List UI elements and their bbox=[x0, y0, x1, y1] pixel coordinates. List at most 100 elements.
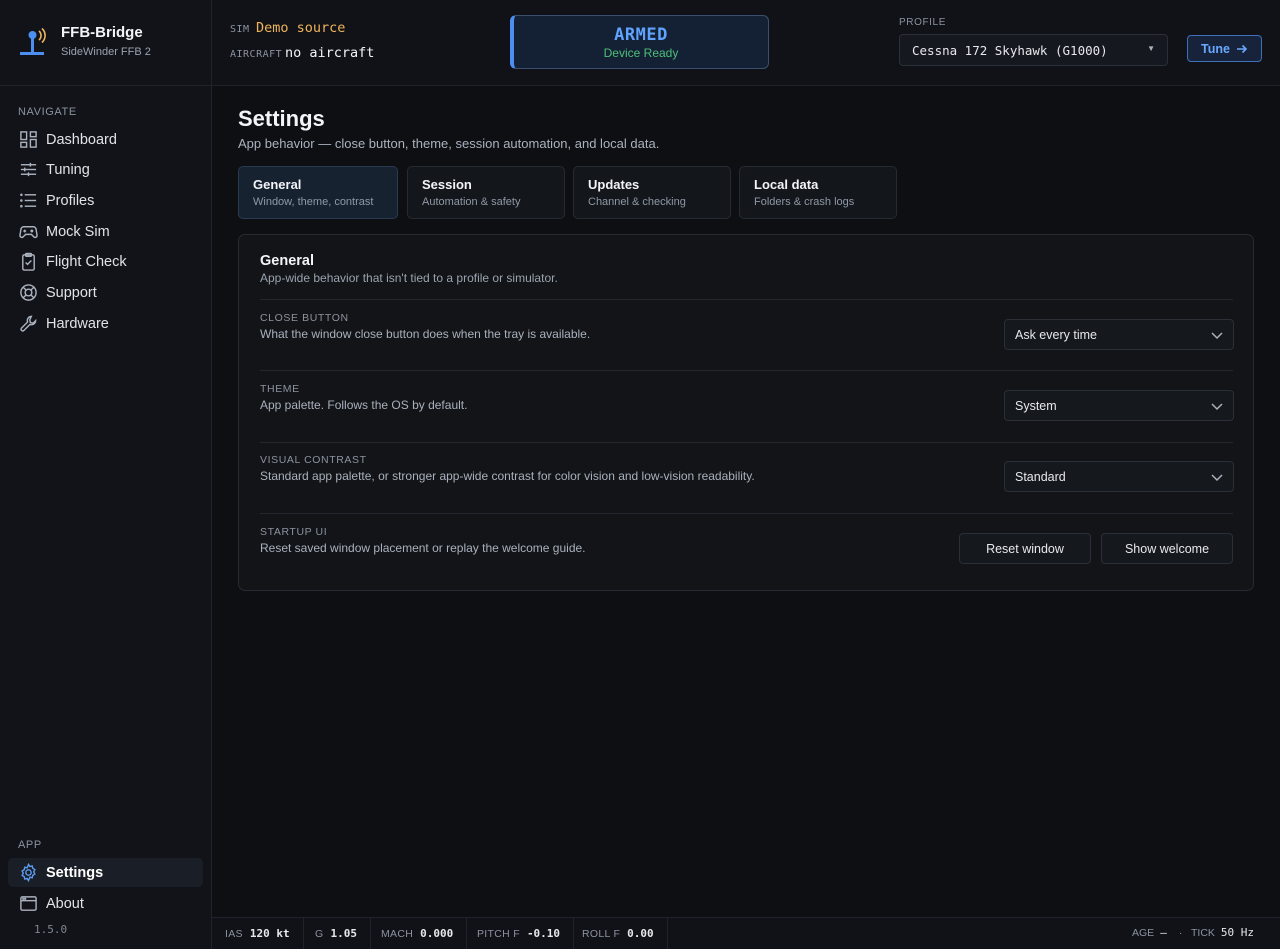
sidebar-item-label: Dashboard bbox=[46, 131, 117, 148]
sidebar-item-label: Settings bbox=[46, 864, 104, 881]
chevron-down-icon bbox=[1211, 474, 1223, 482]
sidebar-item-tuning[interactable]: Tuning bbox=[8, 155, 203, 184]
aircraft-value: no aircraft bbox=[285, 45, 375, 61]
divider bbox=[260, 299, 1233, 300]
aircraft-info: AIRCRAFT no aircraft bbox=[230, 45, 374, 61]
tab-general[interactable]: General Window, theme, contrast bbox=[238, 166, 398, 219]
tab-subtitle: Automation & safety bbox=[422, 196, 521, 208]
close-button-select[interactable]: Ask every time bbox=[1004, 319, 1234, 350]
stat-age: AGE — · bbox=[1132, 926, 1182, 939]
sidebar-item-profiles[interactable]: Profiles bbox=[8, 186, 203, 215]
stat-value: -0.10 bbox=[526, 927, 561, 940]
separator-dot: · bbox=[1178, 926, 1183, 939]
app-version: 1.5.0 bbox=[34, 923, 68, 936]
sidebar-item-flight-check[interactable]: Flight Check bbox=[8, 247, 203, 276]
tune-button[interactable]: Tune bbox=[1187, 35, 1262, 62]
wrench-icon bbox=[18, 314, 38, 334]
close-button-value: Ask every time bbox=[1015, 327, 1097, 342]
stat-value: 50 Hz bbox=[1220, 926, 1255, 939]
divider bbox=[260, 442, 1233, 443]
stat-roll: ROLL F 0.00 bbox=[569, 918, 668, 949]
tab-subtitle: Folders & crash logs bbox=[754, 196, 855, 208]
stat-ias: IAS 120 kt bbox=[212, 918, 304, 949]
sim-key: SIM bbox=[230, 24, 250, 35]
stat-pitch: PITCH F -0.10 bbox=[464, 918, 575, 949]
arrow-right-icon bbox=[1236, 44, 1248, 53]
stat-value: — bbox=[1160, 926, 1167, 939]
stat-g: G 1.05 bbox=[302, 918, 371, 949]
divider bbox=[260, 370, 1233, 371]
caret-down-icon: ▼ bbox=[1147, 44, 1155, 53]
setting-label-visual-contrast: VISUAL CONTRAST bbox=[260, 454, 367, 466]
tab-subtitle: Channel & checking bbox=[588, 196, 686, 208]
page-subtitle: App behavior — close button, theme, sess… bbox=[238, 136, 660, 151]
profile-value: Cessna 172 Skyhawk (G1000) bbox=[912, 42, 1108, 58]
theme-value: System bbox=[1015, 398, 1057, 413]
theme-select[interactable]: System bbox=[1004, 390, 1234, 421]
stat-key: IAS bbox=[225, 927, 243, 940]
panel-subtitle: App-wide behavior that isn't tied to a p… bbox=[260, 271, 558, 285]
sim-value: Demo source bbox=[256, 20, 346, 36]
setting-desc-close-button: What the window close button does when t… bbox=[260, 327, 591, 341]
sidebar-item-label: Profiles bbox=[46, 192, 95, 209]
app-subtitle: SideWinder FFB 2 bbox=[61, 46, 151, 58]
general-settings-panel: General App-wide behavior that isn't tie… bbox=[238, 234, 1254, 591]
nav-heading-navigate: NAVIGATE bbox=[18, 106, 77, 118]
tab-title: Session bbox=[422, 177, 472, 192]
reset-window-button[interactable]: Reset window bbox=[959, 533, 1091, 564]
sidebar-item-label: Flight Check bbox=[46, 253, 127, 270]
divider bbox=[260, 513, 1233, 514]
sidebar-item-label: Hardware bbox=[46, 315, 109, 332]
brand: FFB-Bridge SideWinder FFB 2 bbox=[0, 0, 211, 86]
armed-status-title: ARMED bbox=[614, 25, 668, 45]
sidebar-item-dashboard[interactable]: Dashboard bbox=[8, 125, 203, 154]
gear-icon bbox=[18, 863, 38, 883]
sidebar-item-about[interactable]: About bbox=[8, 889, 203, 918]
setting-label-theme: THEME bbox=[260, 383, 300, 395]
sliders-icon bbox=[18, 160, 38, 180]
setting-label-startup-ui: STARTUP UI bbox=[260, 526, 328, 538]
tune-label: Tune bbox=[1201, 41, 1230, 56]
sidebar-item-label: About bbox=[46, 895, 84, 912]
chevron-down-icon bbox=[1211, 332, 1223, 340]
gamepad-icon bbox=[18, 222, 38, 242]
stat-value: 0.000 bbox=[420, 927, 454, 940]
stat-key: MACH bbox=[381, 927, 414, 940]
tab-session[interactable]: Session Automation & safety bbox=[407, 166, 565, 219]
sidebar-item-support[interactable]: Support bbox=[8, 278, 203, 307]
stat-key: TICK bbox=[1191, 926, 1215, 939]
dashboard-icon bbox=[18, 130, 38, 150]
window-icon bbox=[18, 894, 38, 914]
tab-title: General bbox=[253, 177, 302, 192]
sidebar-item-settings[interactable]: Settings bbox=[8, 858, 203, 887]
stat-key: PITCH F bbox=[477, 927, 520, 940]
tab-title: Updates bbox=[588, 177, 640, 192]
profile-label: PROFILE bbox=[899, 17, 946, 28]
device-status: Device Ready bbox=[603, 46, 679, 60]
clipboard-check-icon bbox=[18, 252, 38, 272]
app-title: FFB-Bridge bbox=[61, 24, 143, 41]
setting-desc-startup-ui: Reset saved window placement or replay t… bbox=[260, 541, 586, 555]
sim-source: SIM Demo source bbox=[230, 20, 345, 36]
nav-heading-app: APP bbox=[18, 839, 42, 851]
lifebuoy-icon bbox=[18, 283, 38, 303]
status-bar: IAS 120 kt G 1.05 MACH 0.000 PITCH F -0.… bbox=[212, 917, 1280, 949]
show-welcome-button[interactable]: Show welcome bbox=[1101, 533, 1233, 564]
sidebar-item-label: Mock Sim bbox=[46, 223, 110, 240]
setting-desc-theme: App palette. Follows the OS by default. bbox=[260, 398, 468, 412]
sidebar-item-mock-sim[interactable]: Mock Sim bbox=[8, 217, 203, 246]
sidebar-item-hardware[interactable]: Hardware bbox=[8, 309, 203, 338]
stat-key: ROLL F bbox=[582, 927, 621, 940]
top-bar: SIM Demo source AIRCRAFT no aircraft ARM… bbox=[212, 0, 1280, 86]
profile-select[interactable]: Cessna 172 Skyhawk (G1000) ▼ bbox=[899, 34, 1168, 66]
page-title: Settings bbox=[238, 106, 325, 131]
tab-updates[interactable]: Updates Channel & checking bbox=[573, 166, 731, 219]
aircraft-key: AIRCRAFT bbox=[230, 49, 283, 60]
joystick-logo-icon bbox=[20, 27, 46, 55]
chevron-down-icon bbox=[1211, 403, 1223, 411]
panel-title: General bbox=[260, 253, 314, 269]
list-icon bbox=[18, 191, 38, 211]
visual-contrast-select[interactable]: Standard bbox=[1004, 461, 1234, 492]
tab-local-data[interactable]: Local data Folders & crash logs bbox=[739, 166, 897, 219]
sidebar-item-label: Tuning bbox=[46, 161, 90, 178]
